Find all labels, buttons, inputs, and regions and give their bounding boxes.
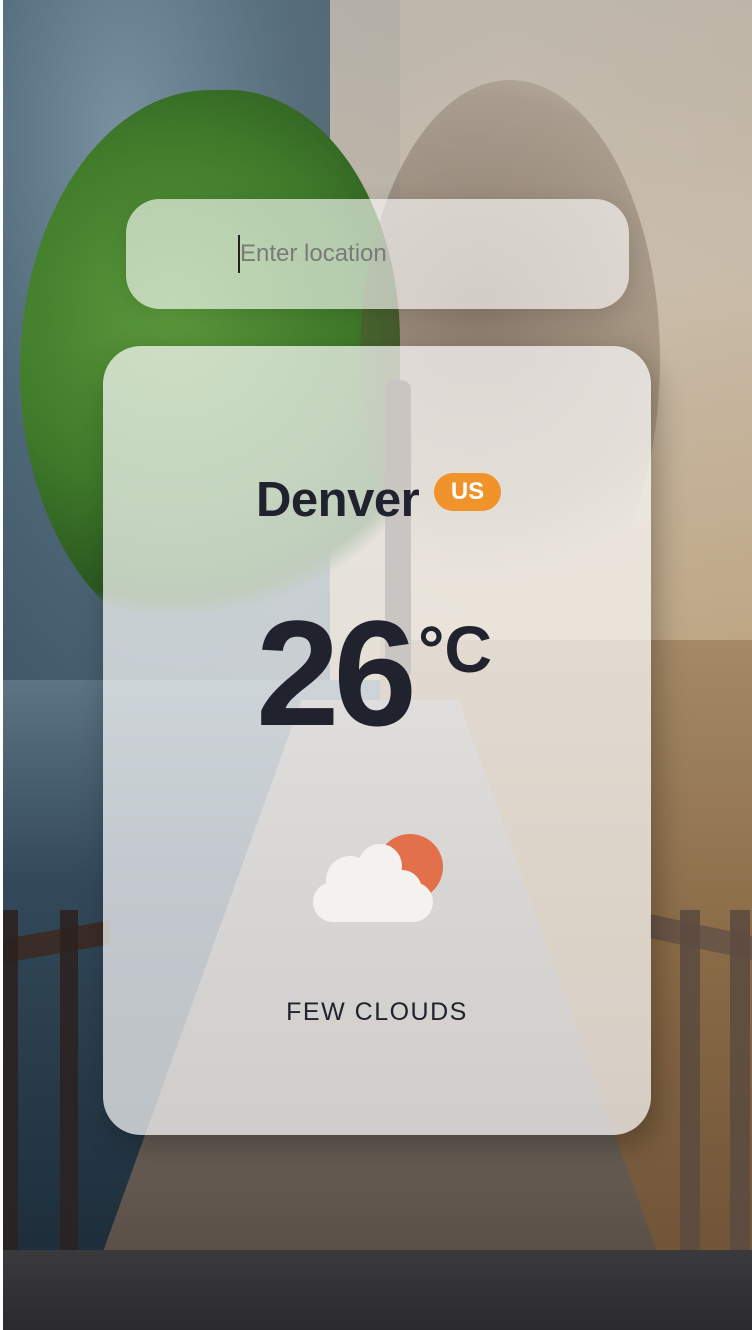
temperature-value: 26 xyxy=(256,589,417,757)
few-clouds-icon xyxy=(310,830,450,930)
temperature-unit: °C xyxy=(418,612,493,686)
page-edge xyxy=(0,0,3,1330)
search-box xyxy=(126,199,629,309)
location-input[interactable] xyxy=(238,235,598,273)
left-railing xyxy=(0,910,110,1250)
country-badge: US xyxy=(434,473,501,511)
weather-description: FEW CLOUDS xyxy=(286,998,468,1026)
ground xyxy=(0,1250,752,1330)
city-name: Denver xyxy=(256,473,420,527)
right-railing xyxy=(650,910,752,1250)
